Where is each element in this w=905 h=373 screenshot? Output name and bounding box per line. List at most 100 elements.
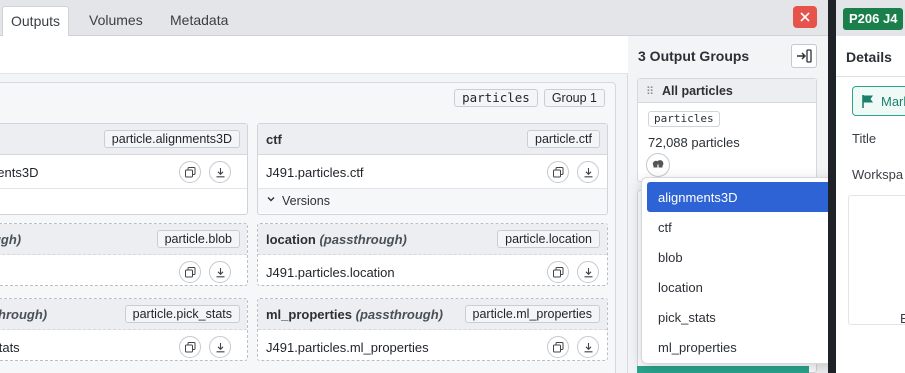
mark-button[interactable]: Mark xyxy=(852,86,905,116)
card-value: gnments3D xyxy=(0,165,39,180)
download-icon xyxy=(216,168,225,178)
copy-icon xyxy=(185,167,196,178)
group-header: particles Group 1 xyxy=(454,89,605,107)
card-header: hrough) particle.blob xyxy=(0,224,247,255)
card-title: ml_properties (passthrough) xyxy=(266,307,443,322)
card-title-text: ml_properties xyxy=(266,307,352,322)
card-title: hrough) xyxy=(0,232,21,247)
group-type-pill: particles xyxy=(454,89,538,107)
card-header: location (passthrough) particle.location xyxy=(258,224,607,255)
download-button[interactable] xyxy=(577,261,599,283)
sidebar-collapse-icon xyxy=(797,49,812,63)
output-card-ctf: ctf particle.ctf J491.particles.ctf Vers… xyxy=(257,123,608,215)
copy-button[interactable] xyxy=(547,336,569,358)
dropdown-item-label: ctf xyxy=(658,220,672,235)
card-value: J491.particles.location xyxy=(266,265,395,280)
copy-icon xyxy=(553,267,564,278)
card-row: ck_stats xyxy=(0,330,247,364)
tab-metadata-label: Metadata xyxy=(170,12,229,28)
mark-button-label: Mark xyxy=(881,94,905,109)
drag-handle-icon[interactable]: ⠿ xyxy=(646,85,654,98)
close-icon xyxy=(800,12,810,22)
card-header: D particle.alignments3D xyxy=(0,124,247,155)
versions-label: Versions xyxy=(282,194,330,208)
copy-button[interactable] xyxy=(547,261,569,283)
copy-icon xyxy=(553,342,564,353)
card-tag: particle.blob xyxy=(156,230,240,248)
job-badge[interactable]: P206 J4 xyxy=(843,8,904,30)
dropdown-item-label: location xyxy=(658,280,703,295)
output-card-pick-stats: assthrough) particle.pick_stats ck_stats xyxy=(0,298,248,361)
card-tag: particle.pick_stats xyxy=(124,305,240,323)
download-button[interactable] xyxy=(577,161,599,183)
card-tag: particle.alignments3D xyxy=(103,130,240,148)
download-icon xyxy=(216,268,225,278)
details-panel: P206 J4 Details Mark Title Workspa E xyxy=(836,0,905,373)
dropdown-item-label: ml_properties xyxy=(658,340,737,355)
output-group-card[interactable]: ⠿ All particles particles 72,088 particl… xyxy=(637,78,817,182)
details-field-box xyxy=(848,195,905,325)
cloud-download-icon xyxy=(652,160,664,171)
tab-outputs-label: Outputs xyxy=(11,13,61,29)
details-header: P206 J4 xyxy=(836,0,905,36)
output-group-type-tag: particles xyxy=(648,111,720,127)
download-icon xyxy=(216,343,225,353)
output-groups-title: 3 Output Groups xyxy=(638,48,750,64)
download-icon xyxy=(584,268,593,278)
card-title: ctf xyxy=(266,132,282,147)
dropdown-item-label: alignments3D xyxy=(658,190,738,205)
tab-metadata[interactable]: Metadata xyxy=(162,6,236,36)
details-field-label: E xyxy=(900,311,905,326)
download-icon xyxy=(584,343,593,353)
passthrough-label: (passthrough) xyxy=(319,232,407,247)
output-card-blob: hrough) particle.blob ob xyxy=(0,223,248,286)
download-button[interactable] xyxy=(209,261,231,283)
download-button[interactable] xyxy=(209,161,231,183)
card-tag: particle.ctf xyxy=(527,130,600,148)
particle-count: 72,088 particles xyxy=(648,135,740,150)
panel-divider[interactable] xyxy=(828,0,836,373)
card-header: ctf particle.ctf xyxy=(258,124,607,155)
download-button[interactable] xyxy=(209,336,231,358)
copy-icon xyxy=(185,267,196,278)
card-header: assthrough) particle.pick_stats xyxy=(0,299,247,330)
card-title: assthrough) xyxy=(0,307,47,322)
card-row: ob xyxy=(0,255,247,289)
outputs-main: particles Group 1 D particle.alignments3… xyxy=(0,36,628,373)
card-row: gnments3D xyxy=(0,155,247,189)
passthrough-label: (passthrough) xyxy=(355,307,443,322)
versions-toggle[interactable]: Versions xyxy=(258,189,607,213)
copy-button[interactable] xyxy=(179,261,201,283)
close-button[interactable] xyxy=(793,6,817,28)
output-card-location: location (passthrough) particle.location… xyxy=(257,223,608,286)
flag-icon xyxy=(862,95,873,108)
copy-icon xyxy=(185,342,196,353)
copy-button[interactable] xyxy=(179,336,201,358)
card-row: J491.particles.location xyxy=(258,255,607,289)
divider xyxy=(836,76,905,77)
collapse-panel-button[interactable] xyxy=(791,44,817,68)
details-title: Details xyxy=(846,49,892,65)
card-value: J491.particles.ml_properties xyxy=(266,340,429,355)
chevron-down-icon xyxy=(267,197,275,202)
dropdown-item-label: blob xyxy=(658,250,683,265)
tab-bar: Outputs Volumes Metadata xyxy=(0,0,828,36)
output-card-alignments3d: D particle.alignments3D gnments3D xyxy=(0,123,248,215)
card-tag: particle.location xyxy=(497,230,600,248)
output-group-title: All particles xyxy=(662,84,733,98)
status-bar xyxy=(637,366,809,373)
card-value: J491.particles.ctf xyxy=(266,165,364,180)
dropdown-item-label: pick_stats xyxy=(658,310,716,325)
tab-outputs[interactable]: Outputs xyxy=(2,6,70,36)
output-group-header: ⠿ All particles xyxy=(638,79,816,103)
title-label: Title xyxy=(852,131,877,146)
copy-button[interactable] xyxy=(179,161,201,183)
card-title-text: location xyxy=(266,232,316,247)
tab-volumes[interactable]: Volumes xyxy=(81,6,151,36)
copy-button[interactable] xyxy=(547,161,569,183)
output-download-menu-button[interactable] xyxy=(646,153,670,177)
card-row: J491.particles.ml_properties xyxy=(258,330,607,364)
output-card-ml-properties: ml_properties (passthrough) particle.ml_… xyxy=(257,298,608,361)
download-icon xyxy=(584,168,593,178)
download-button[interactable] xyxy=(577,336,599,358)
